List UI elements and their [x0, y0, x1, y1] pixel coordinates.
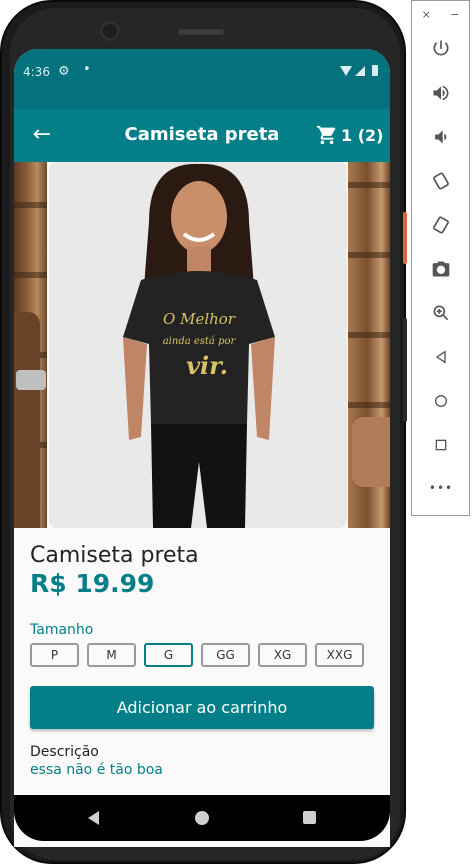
shirt-print-line-2: ainda está por — [163, 336, 237, 347]
product-price: R$ 19.99 — [30, 569, 155, 598]
size-option-m[interactable]: M — [87, 643, 136, 667]
product-photo-shirt-model: O Melhor ainda está por vir. — [49, 162, 347, 528]
description-text: essa não é tão boa — [30, 762, 163, 778]
size-option-p[interactable]: P — [30, 643, 79, 667]
toolbar-window-controls: × − — [412, 8, 469, 21]
app-screen: 4:36 ⚙ • ← Camiseta preta 1 (2) O Melhor… — [14, 49, 390, 847]
rotate-left-icon[interactable] — [426, 166, 456, 196]
volume-down-icon[interactable] — [426, 122, 456, 152]
nav-back-icon[interactable] — [88, 811, 99, 825]
status-bar: 4:36 ⚙ • — [14, 49, 390, 109]
power-icon[interactable] — [426, 33, 456, 63]
back-icon[interactable] — [426, 342, 456, 372]
home-icon[interactable] — [426, 386, 456, 416]
zoom-icon[interactable] — [426, 298, 456, 328]
wifi-icon — [340, 66, 352, 76]
add-to-cart-button[interactable]: Adicionar ao carrinho — [30, 686, 374, 729]
emulator-stage: 4:36 ⚙ • ← Camiseta preta 1 (2) O Melhor… — [0, 0, 472, 864]
status-time: 4:36 — [23, 65, 50, 79]
cart-button[interactable]: 1 (2) — [316, 122, 383, 148]
battery-icon — [372, 65, 378, 76]
size-option-xg[interactable]: XG — [258, 643, 307, 667]
size-label: Tamanho — [30, 622, 94, 638]
product-image: O Melhor ainda está por vir. — [49, 162, 347, 528]
cart-count: 1 (2) — [341, 125, 384, 145]
product-image-carousel[interactable]: O Melhor ainda está por vir. — [14, 162, 390, 528]
earpiece-speaker — [178, 29, 224, 35]
close-icon[interactable]: × — [422, 8, 431, 21]
camera-icon[interactable] — [426, 254, 456, 284]
size-option-g[interactable]: G — [144, 643, 193, 667]
size-selector: P M G GG XG XXG — [30, 643, 364, 667]
size-option-xxg[interactable]: XXG — [315, 643, 364, 667]
volume-side-button — [403, 318, 407, 422]
nav-overview-icon[interactable] — [303, 811, 316, 824]
cart-icon — [316, 125, 336, 145]
volume-up-icon[interactable] — [426, 78, 456, 108]
settings-gear-icon: ⚙ — [58, 64, 70, 79]
power-side-button — [403, 212, 407, 264]
shirt-print-line-1: O Melhor — [163, 310, 236, 328]
size-option-gg[interactable]: GG — [201, 643, 250, 667]
emulator-toolbar: × − ••• — [411, 0, 470, 516]
carousel-next-image[interactable] — [348, 162, 390, 528]
front-camera — [100, 21, 120, 41]
product-name: Camiseta preta — [30, 543, 199, 568]
overview-icon[interactable] — [426, 430, 456, 460]
notification-dot-icon: • — [83, 62, 91, 77]
more-icon[interactable]: ••• — [426, 473, 456, 503]
signal-icon — [355, 66, 365, 76]
shirt-print-line-3: vir. — [186, 351, 228, 380]
carousel-previous-image[interactable] — [14, 162, 47, 528]
minimize-icon[interactable]: − — [450, 8, 459, 21]
nav-home-icon[interactable] — [195, 811, 209, 825]
rotate-right-icon[interactable] — [426, 210, 456, 240]
android-nav-bar — [14, 795, 390, 841]
app-bar: ← Camiseta preta 1 (2) — [14, 109, 390, 162]
description-label: Descrição — [30, 744, 99, 760]
